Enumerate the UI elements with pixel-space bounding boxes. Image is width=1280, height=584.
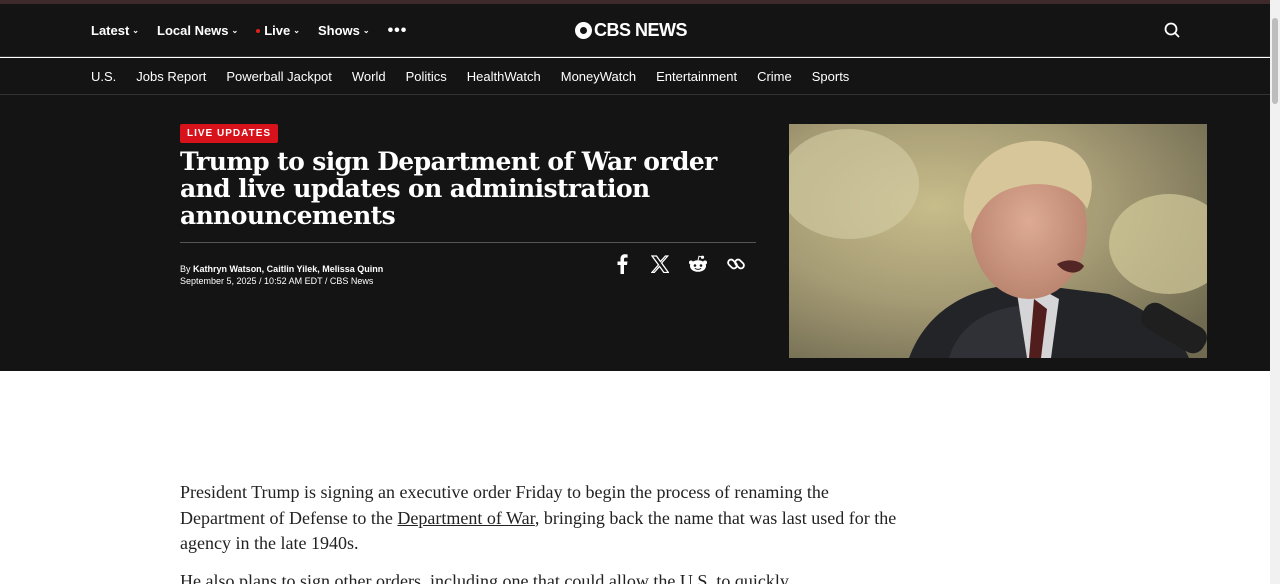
nav-live-label: Live [264,23,291,38]
article-hero: LIVE UPDATES Trump to sign Department of… [0,95,1270,371]
search-button[interactable] [1162,20,1182,40]
section-us[interactable]: U.S. [91,69,116,84]
section-entertainment[interactable]: Entertainment [656,69,737,84]
page-scrollbar[interactable] [1270,0,1280,584]
hero-photo-image [789,124,1207,358]
share-buttons [611,253,747,275]
link-icon [727,258,745,270]
site-header: Latest ⌄ Local News ⌄ Live ⌄ Shows ⌄ ••• CBS… [0,4,1270,57]
nav-live[interactable]: Live ⌄ [256,23,300,38]
chevron-down-icon: ⌄ [293,26,300,35]
section-jobs-report[interactable]: Jobs Report [136,69,206,84]
article-paragraph: He also plans to sign other orders, incl… [180,570,789,584]
search-icon [1164,22,1180,38]
page: Latest ⌄ Local News ⌄ Live ⌄ Shows ⌄ ••• CBS… [0,0,1280,584]
nav-latest-label: Latest [91,23,130,38]
article-headline: Trump to sign Department of War order an… [180,147,717,230]
headline-divider [180,242,756,243]
article-paragraph: President Trump is signing an executive … [180,480,910,557]
nav-shows[interactable]: Shows ⌄ [318,23,370,38]
byline: By Kathryn Watson, Caitlin Yilek, Meliss… [180,263,383,287]
share-facebook-button[interactable] [611,253,633,275]
live-dot-icon [256,28,261,33]
section-sports[interactable]: Sports [812,69,850,84]
section-healthwatch[interactable]: HealthWatch [467,69,541,84]
chevron-down-icon: ⌄ [362,26,370,35]
main-nav: Latest ⌄ Local News ⌄ Live ⌄ Shows ⌄ ••• [91,4,407,57]
logo-text: CBS NEWS [594,20,688,40]
share-x-button[interactable] [649,253,671,275]
nav-shows-label: Shows [317,23,360,38]
more-menu-button[interactable]: ••• [388,22,408,40]
chevron-down-icon: ⌄ [132,26,139,35]
copy-link-button[interactable] [725,253,747,275]
nav-local-news-label: Local News [157,23,229,38]
nav-local-news[interactable]: Local News ⌄ [157,23,238,38]
byline-prefix: By [180,264,194,274]
section-moneywatch[interactable]: MoneyWatch [561,69,636,84]
department-of-war-link[interactable]: Department of War [397,508,534,528]
scrollbar-thumb[interactable] [1272,18,1278,104]
article-body: President Trump is signing an executive … [180,480,910,584]
hero-photo [789,124,1207,358]
cbs-eye-icon [575,22,592,39]
section-crime[interactable]: Crime [757,69,792,84]
live-updates-badge: LIVE UPDATES [180,124,279,143]
facebook-icon [617,254,628,274]
chevron-down-icon: ⌄ [231,26,239,35]
section-powerball-jackpot[interactable]: Powerball Jackpot [226,69,332,84]
article-dateline: September 5, 2025 / 10:52 AM EDT / CBS N… [180,276,374,286]
section-world[interactable]: World [352,69,386,84]
x-icon [651,255,669,273]
nav-latest[interactable]: Latest ⌄ [91,23,139,38]
section-nav: U.S. Jobs Report Powerball Jackpot World… [0,58,1270,95]
byline-authors[interactable]: Kathryn Watson, Caitlin Yilek, Melissa Q… [193,264,383,274]
reddit-icon [689,255,707,272]
share-reddit-button[interactable] [687,253,709,275]
section-politics[interactable]: Politics [406,69,447,84]
cbs-news-logo[interactable]: CBS NEWS [575,4,688,57]
